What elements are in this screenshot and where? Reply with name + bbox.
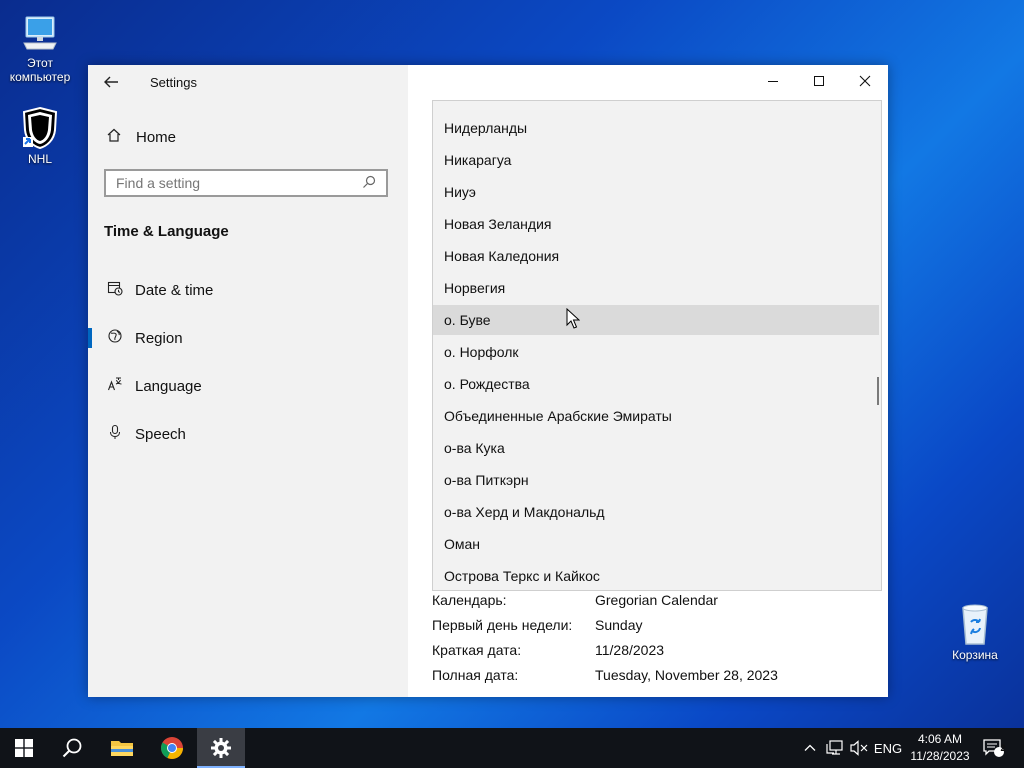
clock-time: 4:06 AM [917,732,963,746]
sidebar-item-region[interactable]: Region [88,318,408,358]
sidebar-item-language[interactable]: Language [88,366,408,406]
list-item[interactable]: о-ва Херд и Макдональд [433,497,879,527]
volume-muted-icon [850,740,868,756]
chrome-icon [161,737,183,759]
list-item[interactable]: Нидерланды [433,113,879,143]
list-item[interactable]: Норвегия [433,273,879,303]
dropdown-scrollbar[interactable] [877,377,879,405]
close-icon [859,75,871,87]
tray-overflow-button[interactable] [800,728,820,768]
list-item[interactable]: о-ва Питкэрн [433,465,879,495]
close-button[interactable] [842,65,888,97]
windows-logo-icon [15,739,33,757]
network-icon [826,740,843,755]
list-item[interactable]: о. Рождества [433,369,879,399]
language-icon [104,376,126,396]
network-button[interactable] [824,728,846,768]
maximize-button[interactable] [796,65,842,97]
home-icon [104,127,124,148]
settings-content: Календарь: Gregorian Calendar Первый ден… [408,65,888,697]
list-item[interactable]: Острова Теркс и Кайкос [433,561,879,590]
calendar-clock-icon [104,280,126,300]
settings-taskbar-button[interactable] [197,728,245,768]
sidebar-item-label: Date & time [135,281,214,299]
country-dropdown-list[interactable]: Нидерланды Никарагуа Ниуэ Новая Зеландия… [432,100,882,591]
gear-icon [211,738,231,758]
notification-badge: 2 [1000,743,1006,753]
list-item[interactable]: Оман [433,529,879,559]
settings-sidebar: Settings Home Find a setting Time & Lang… [88,65,408,697]
info-value: Tuesday, November 28, 2023 [595,667,778,683]
folder-icon [111,741,133,756]
desktop-icon-this-pc[interactable]: Этот компьютер [2,10,78,84]
info-key: Календарь: [432,592,507,608]
start-button[interactable] [0,728,48,768]
search-placeholder: Find a setting [116,175,201,191]
home-label: Home [136,129,177,146]
computer-icon [18,10,62,54]
list-item[interactable]: о-ва Кука [433,433,879,463]
desktop-icon-label: Этот компьютер [9,56,71,84]
desktop-icon-label: NHL [27,152,52,166]
info-value: 11/28/2023 [595,642,665,658]
volume-button[interactable] [848,728,870,768]
list-item[interactable]: о. Норфолк [433,337,879,367]
microphone-icon [104,424,126,444]
desktop-icon-recycle-bin[interactable]: Корзина [937,602,1013,662]
search-icon [62,738,82,758]
clock-date: 11/28/2023 [910,749,970,763]
info-value: Sunday [595,617,643,633]
search-input[interactable]: Find a setting [104,169,388,197]
file-explorer-button[interactable] [98,728,146,768]
search-icon [362,175,376,192]
minimize-icon [768,81,778,82]
list-item[interactable]: Объединенные Арабские Эмираты [433,401,879,431]
recycle-bin-icon [953,602,997,646]
globe-icon [104,328,126,348]
sidebar-item-label: Speech [135,425,186,443]
minimize-button[interactable] [750,65,796,97]
sidebar-item-date-time[interactable]: Date & time [88,270,408,310]
list-item[interactable]: Новая Зеландия [433,209,879,239]
maximize-icon [814,76,824,86]
chrome-button[interactable] [148,728,196,768]
input-language-indicator[interactable]: ENG [872,728,904,768]
list-item-hovered[interactable]: о. Буве [433,305,879,335]
back-arrow-icon[interactable] [102,73,122,93]
list-item[interactable]: Новая Каледония [433,241,879,271]
sidebar-item-label: Region [135,329,183,347]
nhl-shield-icon [18,106,62,150]
sidebar-item-label: Language [135,377,202,395]
settings-window: Settings Home Find a setting Time & Lang… [88,65,888,697]
action-center-button[interactable]: 2 [980,728,1008,768]
chevron-up-icon [804,744,816,751]
info-key: Полная дата: [432,667,519,683]
section-title: Time & Language [104,223,229,240]
home-nav-item[interactable]: Home [104,127,176,148]
info-value: Gregorian Calendar [595,592,718,608]
list-item[interactable]: Никарагуа [433,145,879,175]
search-button[interactable] [48,728,96,768]
info-key: Первый день недели: [432,617,573,633]
mouse-cursor-icon [566,307,581,335]
sidebar-item-speech[interactable]: Speech [88,414,408,454]
selection-indicator [88,328,92,348]
info-key: Краткая дата: [432,642,522,658]
desktop-icon-label: Корзина [952,648,998,662]
desktop-icon-nhl[interactable]: NHL [2,106,78,166]
taskbar-clock[interactable]: 4:06 AM 11/28/2023 [902,731,978,765]
window-title: Settings [150,75,197,90]
list-item[interactable]: Ниуэ [433,177,879,207]
taskbar: ENG 4:06 AM 11/28/2023 2 [0,728,1024,768]
